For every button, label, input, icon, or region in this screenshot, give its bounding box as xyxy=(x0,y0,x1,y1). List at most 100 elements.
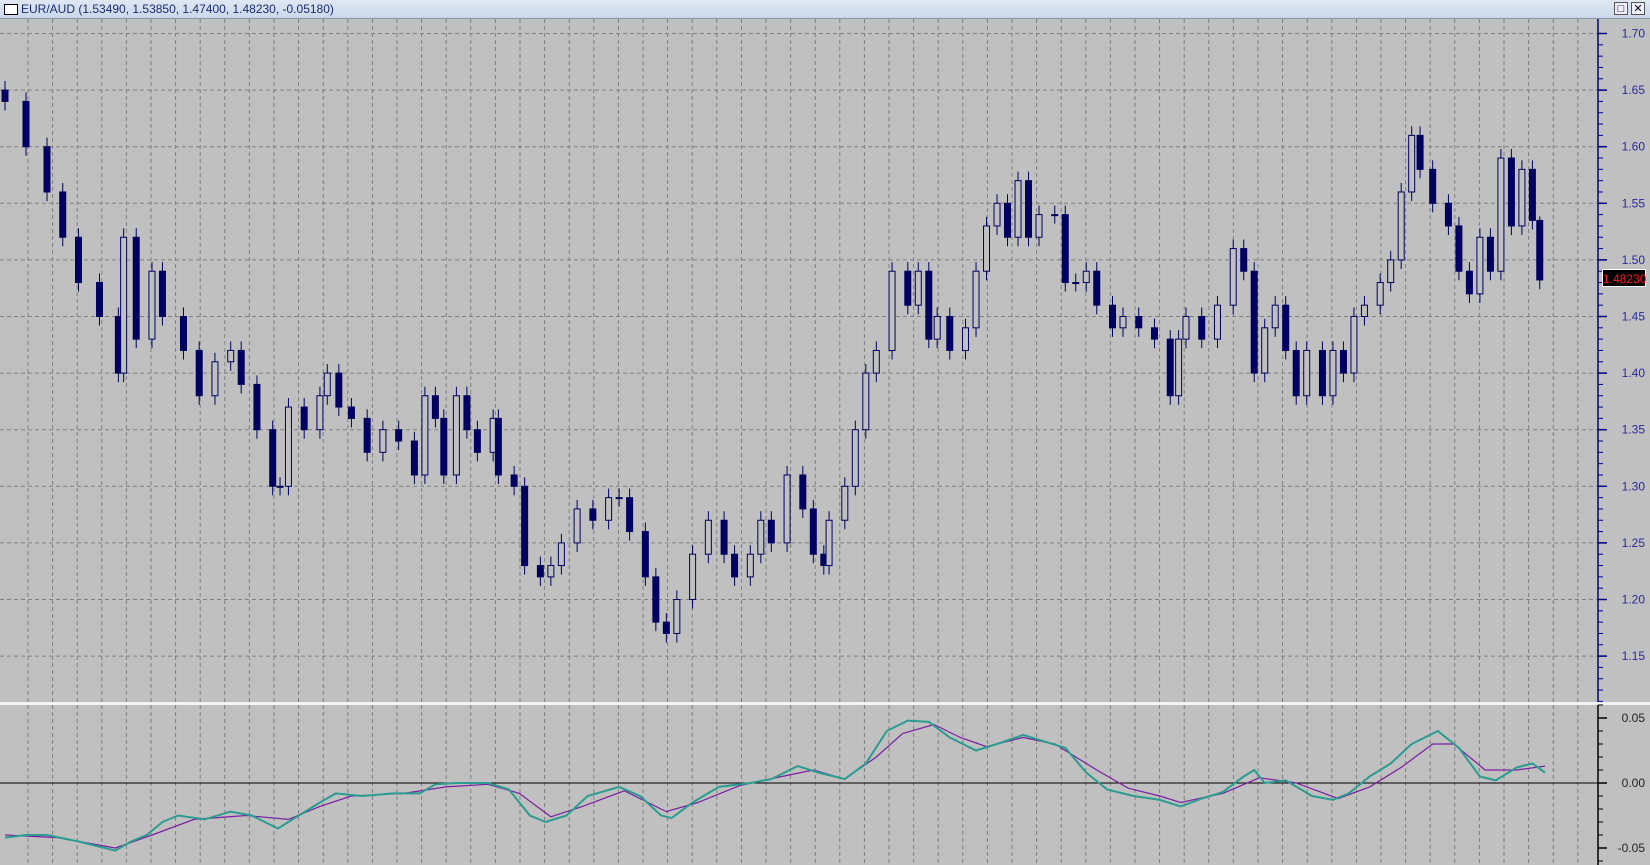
bearish-candle xyxy=(1465,270,1473,295)
bearish-candle xyxy=(626,497,634,533)
bearish-candle xyxy=(22,100,30,148)
bearish-candle xyxy=(1444,202,1452,227)
bullish-candle xyxy=(704,519,712,555)
bearish-candle xyxy=(904,270,912,306)
chart-area[interactable]: 0.050.00-0.05 1.701.651.601.551.501.451.… xyxy=(0,19,1650,865)
bullish-candle xyxy=(615,497,623,500)
bullish-candle xyxy=(914,270,922,306)
bullish-candle xyxy=(323,372,331,397)
bullish-candle xyxy=(1261,327,1269,374)
bullish-candle xyxy=(746,553,754,578)
bullish-candle xyxy=(1051,214,1059,217)
bullish-candle xyxy=(862,372,870,431)
bullish-candle xyxy=(689,553,697,600)
last-price-badge: 1.48230 xyxy=(1602,269,1646,287)
bearish-candle xyxy=(43,146,51,193)
bearish-candle xyxy=(1198,316,1206,340)
oscillator-tick-label: 0.05 xyxy=(1622,711,1646,725)
bearish-candle xyxy=(158,270,166,317)
bearish-candle xyxy=(410,440,418,476)
bearish-candle xyxy=(74,236,82,284)
bearish-candle xyxy=(1455,225,1463,272)
price-tick-label: 1.60 xyxy=(1622,140,1646,154)
bearish-candle xyxy=(473,429,481,453)
bullish-candle xyxy=(227,349,235,363)
bullish-candle xyxy=(211,361,219,397)
bearish-candle xyxy=(1135,316,1143,329)
bearish-candle xyxy=(925,270,933,340)
bearish-candle xyxy=(132,236,140,340)
chart-window-icon xyxy=(4,4,18,15)
bullish-candle xyxy=(120,236,128,374)
bullish-candle xyxy=(316,395,324,431)
price-tick-label: 1.25 xyxy=(1622,536,1646,550)
bearish-candle xyxy=(731,553,739,578)
bearish-candle xyxy=(335,372,343,408)
bullish-candle xyxy=(972,270,980,329)
bearish-candle xyxy=(510,474,518,487)
chart-title: EUR/AUD (1.53490, 1.53850, 1.47400, 1.48… xyxy=(21,2,334,16)
bearish-candle xyxy=(363,417,371,453)
bearish-candle xyxy=(1486,236,1494,272)
close-icon[interactable]: ✕ xyxy=(1631,2,1645,15)
bearish-candle xyxy=(253,383,261,431)
bearish-candle xyxy=(1282,304,1290,351)
bullish-candle xyxy=(983,225,991,272)
bullish-candle xyxy=(1303,349,1311,397)
bearish-candle xyxy=(589,508,597,521)
maximize-icon[interactable]: □ xyxy=(1614,2,1628,15)
bearish-candle xyxy=(1339,349,1347,374)
bearish-candle xyxy=(1093,270,1101,306)
bullish-candle xyxy=(1397,191,1405,261)
price-tick-label: 1.40 xyxy=(1622,366,1646,380)
bearish-candle xyxy=(300,406,308,431)
bearish-candle xyxy=(237,349,245,385)
bullish-candle xyxy=(1072,282,1080,285)
bearish-candle xyxy=(1,89,9,102)
bearish-candle xyxy=(521,485,529,567)
bearish-candle xyxy=(269,429,277,487)
bearish-candle xyxy=(1292,349,1300,397)
oscillator-tick-label: 0.00 xyxy=(1622,776,1646,790)
bullish-candle xyxy=(605,497,613,521)
bullish-candle xyxy=(573,508,581,544)
bearish-candle xyxy=(347,406,355,419)
bearish-candle xyxy=(463,395,471,431)
oscillator-tick-label: -0.05 xyxy=(1618,841,1646,855)
bullish-candle xyxy=(1476,236,1484,295)
bullish-candle xyxy=(783,474,791,544)
bearish-candle xyxy=(195,349,203,397)
oscillator-pane: 0.05 0.00 -0.05 xyxy=(0,704,1646,865)
price-tick-label: 1.70 xyxy=(1622,27,1646,41)
pane-separator xyxy=(0,702,1650,705)
bullish-candle xyxy=(1229,248,1237,306)
bearish-candle xyxy=(536,565,544,578)
bullish-candle xyxy=(1035,214,1043,238)
oscillator-slow-line xyxy=(4,723,1546,849)
bearish-candle xyxy=(1108,304,1116,329)
bullish-candle xyxy=(888,270,896,351)
bearish-candle xyxy=(1536,219,1544,281)
price-tick-label: 1.55 xyxy=(1622,196,1646,210)
price-tick-label: 1.35 xyxy=(1622,423,1646,437)
bullish-candle xyxy=(452,395,460,476)
bullish-candle xyxy=(1329,349,1337,397)
candlestick-series xyxy=(1,81,1544,643)
price-tick-label: 1.65 xyxy=(1622,83,1646,97)
price-tick-label: 1.50 xyxy=(1622,253,1646,267)
bullish-candle xyxy=(841,485,849,521)
grid-lines xyxy=(0,19,1650,865)
bearish-candle xyxy=(1240,248,1248,272)
bearish-candle xyxy=(720,519,728,555)
bearish-candle xyxy=(494,417,502,476)
bullish-candle xyxy=(276,485,284,488)
chart-window-titlebar: EUR/AUD (1.53490, 1.53850, 1.47400, 1.48… xyxy=(0,0,1650,19)
bearish-candle xyxy=(799,474,807,510)
bullish-candle xyxy=(825,519,833,567)
bullish-candle xyxy=(993,202,1001,227)
bullish-candle xyxy=(1119,316,1127,329)
bullish-candle xyxy=(148,270,156,340)
oscillator-fast-line xyxy=(4,719,1546,852)
bullish-candle xyxy=(673,599,681,634)
bullish-candle xyxy=(1387,259,1395,284)
